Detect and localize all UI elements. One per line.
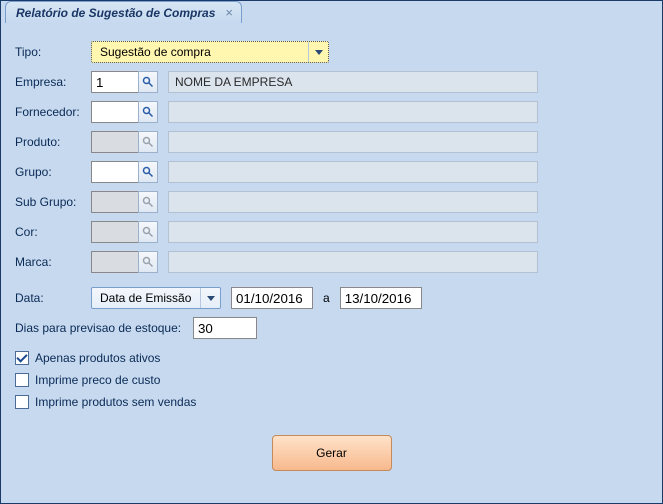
tab[interactable]: Relatório de Sugestão de Compras × [5, 1, 242, 23]
checkbox-icon [15, 373, 29, 387]
cor-lookup-button [138, 221, 158, 243]
close-icon[interactable]: × [223, 6, 235, 19]
gerar-button[interactable]: Gerar [272, 435, 392, 471]
window: Relatório de Sugestão de Compras × Tipo:… [0, 0, 663, 504]
cor-display [168, 221, 538, 243]
label-marca: Marca: [15, 255, 91, 269]
checkbox-icon [15, 395, 29, 409]
produto-display [168, 131, 538, 153]
search-icon [142, 106, 154, 118]
produto-lookup-button [138, 131, 158, 153]
chevron-down-icon [200, 288, 220, 308]
label-empresa: Empresa: [15, 75, 91, 89]
subgrupo-lookup-button [138, 191, 158, 213]
label-fornecedor: Fornecedor: [15, 105, 91, 119]
tab-title: Relatório de Sugestão de Compras [16, 6, 215, 20]
grupo-code-input[interactable] [91, 161, 139, 183]
check-preco-label: Imprime preco de custo [35, 373, 160, 387]
empresa-lookup-button[interactable] [138, 71, 158, 93]
label-grupo: Grupo: [15, 165, 91, 179]
label-cor: Cor: [15, 225, 91, 239]
gerar-label: Gerar [316, 446, 347, 460]
label-produto: Produto: [15, 135, 91, 149]
fornecedor-code-input[interactable] [91, 101, 139, 123]
form: Tipo: Sugestão de compra Empresa: NOME D… [1, 23, 662, 503]
checkbox-icon [15, 351, 29, 365]
label-data: Data: [15, 291, 91, 305]
label-subgrupo: Sub Grupo: [15, 195, 91, 209]
check-ativos[interactable]: Apenas produtos ativos [15, 347, 648, 369]
label-dias: Dias para previsao de estoque: [15, 321, 193, 335]
check-semvendas-label: Imprime produtos sem vendas [35, 395, 196, 409]
data-tipo-value: Data de Emissão [92, 291, 200, 305]
grupo-display [168, 161, 538, 183]
check-ativos-label: Apenas produtos ativos [35, 351, 160, 365]
dias-input[interactable] [193, 317, 257, 339]
search-icon [142, 226, 154, 238]
chevron-down-icon [308, 42, 328, 62]
fornecedor-display [168, 101, 538, 123]
grupo-lookup-button[interactable] [138, 161, 158, 183]
search-icon [142, 76, 154, 88]
subgrupo-code-input [91, 191, 139, 213]
data-ate-input[interactable] [340, 287, 422, 309]
marca-code-input [91, 251, 139, 273]
empresa-code-input[interactable] [91, 71, 139, 93]
marca-display [168, 251, 538, 273]
label-tipo: Tipo: [15, 45, 91, 59]
fornecedor-lookup-button[interactable] [138, 101, 158, 123]
search-icon [142, 256, 154, 268]
data-de-input[interactable] [231, 287, 313, 309]
search-icon [142, 136, 154, 148]
tipo-select[interactable]: Sugestão de compra [91, 41, 329, 63]
produto-code-input [91, 131, 139, 153]
search-icon [142, 166, 154, 178]
label-date-sep: a [313, 291, 340, 305]
empresa-display: NOME DA EMPRESA [168, 71, 538, 93]
check-preco[interactable]: Imprime preco de custo [15, 369, 648, 391]
tipo-value: Sugestão de compra [92, 45, 308, 59]
marca-lookup-button [138, 251, 158, 273]
search-icon [142, 196, 154, 208]
cor-code-input [91, 221, 139, 243]
check-semvendas[interactable]: Imprime produtos sem vendas [15, 391, 648, 413]
data-tipo-select[interactable]: Data de Emissão [91, 287, 221, 309]
subgrupo-display [168, 191, 538, 213]
